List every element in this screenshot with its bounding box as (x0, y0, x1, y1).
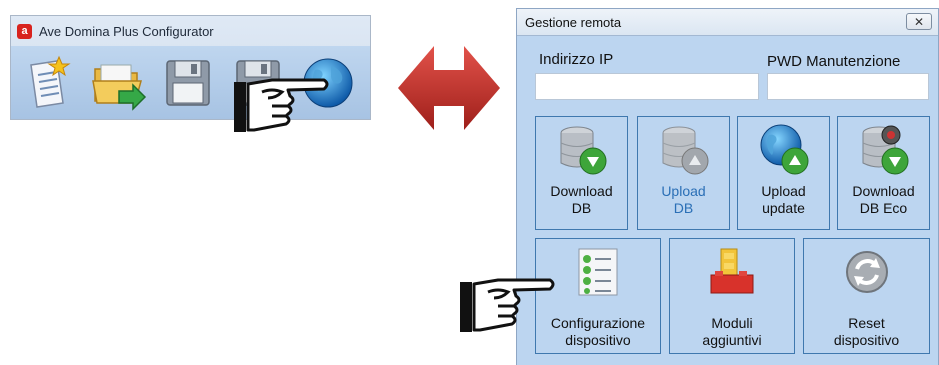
download-db-eco-button[interactable]: Download DB Eco (837, 116, 930, 230)
ip-address-field[interactable] (535, 73, 759, 100)
pointing-hand-icon (234, 78, 329, 132)
download-db-eco-label-2: DB Eco (859, 200, 908, 216)
app-titlebar: a Ave Domina Plus Configurator (11, 16, 370, 46)
app-logo-icon: a (17, 23, 32, 39)
reset-device-label-1: Reset (848, 315, 885, 331)
upload-db-label-1: Upload (661, 183, 706, 199)
additional-modules-label-1: Moduli (711, 315, 753, 331)
download-db-eco-label-1: Download (852, 183, 915, 199)
bidirectional-arrow-icon (398, 46, 500, 130)
ip-address-label: Indirizzo IP (539, 51, 614, 68)
upload-update-button[interactable]: Upload update (737, 116, 830, 230)
device-configuration-label-1: Configurazione (550, 315, 646, 331)
maintenance-password-field[interactable] (767, 73, 929, 100)
refresh-icon (845, 251, 888, 293)
maintenance-password-label: PWD Manutenzione (767, 53, 901, 70)
app-title: Ave Domina Plus Configurator (39, 23, 214, 39)
new-project-button[interactable] (19, 52, 77, 114)
upload-update-label-1: Upload (761, 183, 806, 199)
lego-bricks-icon (710, 248, 754, 294)
download-db-label-1: Download (550, 183, 613, 199)
save-project-button[interactable] (159, 52, 217, 114)
database-upload-icon (662, 126, 708, 175)
database-eco-download-icon (862, 125, 908, 175)
remote-management-dialog: Gestione remota ✕ Indirizzo IP PWD Manut… (516, 8, 939, 365)
globe-upload-icon (760, 124, 808, 175)
additional-modules-button[interactable]: Moduli aggiuntivi (669, 238, 795, 354)
additional-modules-label-2: aggiuntivi (702, 332, 762, 348)
download-db-label-2: DB (571, 200, 592, 216)
database-download-icon (560, 126, 606, 175)
upload-update-label-2: update (762, 200, 805, 216)
download-db-button[interactable]: Download DB (535, 116, 628, 230)
device-configuration-label-2: dispositivo (565, 332, 631, 348)
reset-device-button[interactable]: Reset dispositivo (803, 238, 930, 354)
dialog-title: Gestione remota (525, 14, 622, 30)
reset-device-label-2: dispositivo (833, 332, 900, 348)
pointing-hand-icon (460, 278, 555, 332)
close-button[interactable]: ✕ (906, 13, 932, 30)
checklist-icon (578, 248, 618, 296)
floppy-disk-icon (166, 59, 210, 106)
upload-db-button[interactable]: Upload DB (637, 116, 730, 230)
open-project-button[interactable] (89, 52, 147, 114)
new-document-icon (30, 55, 71, 108)
close-icon: ✕ (913, 14, 925, 29)
dialog-titlebar: Gestione remota ✕ (517, 9, 938, 36)
upload-db-label-2: DB (673, 200, 694, 216)
open-folder-icon (92, 64, 147, 111)
